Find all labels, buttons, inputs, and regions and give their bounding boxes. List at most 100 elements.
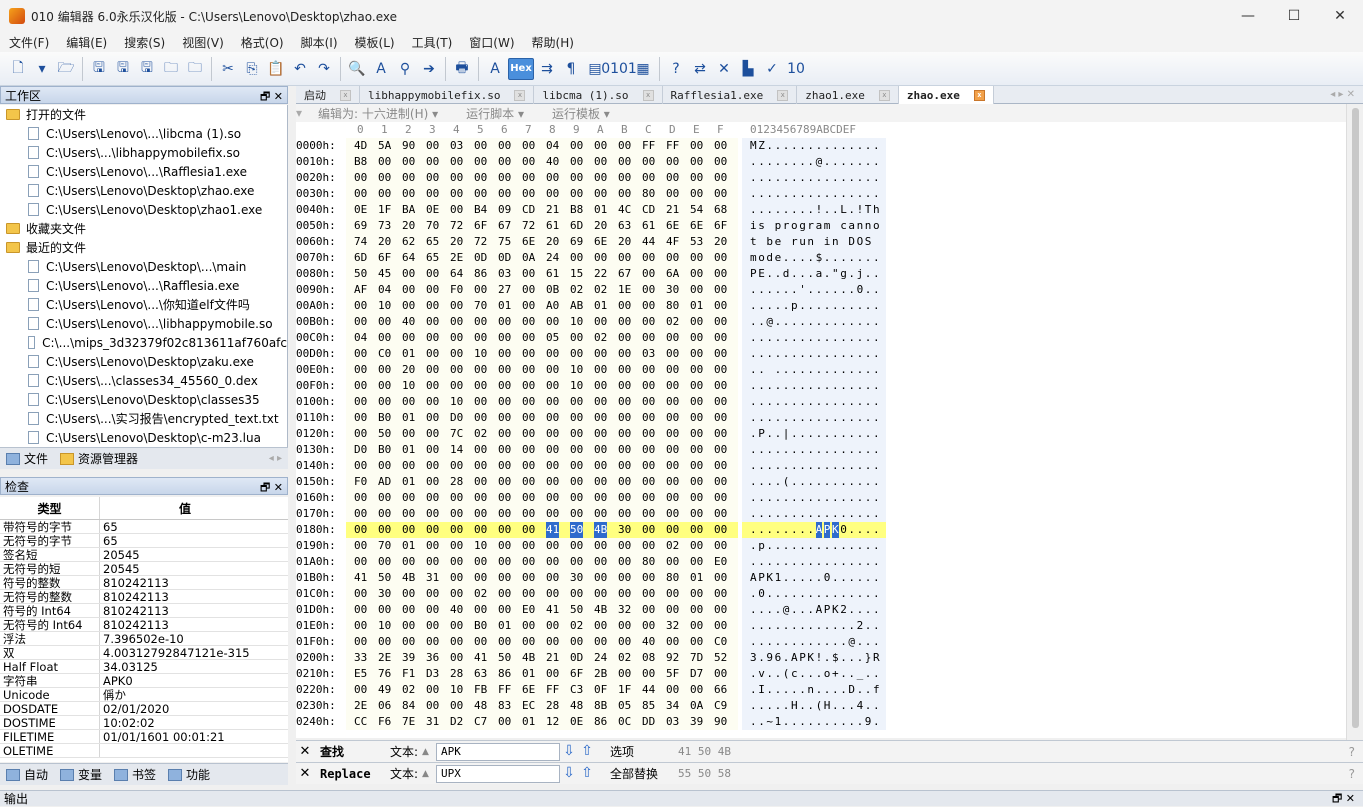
undo-icon[interactable]: 📋 [265,58,287,80]
hex-byte[interactable]: 00 [690,522,703,538]
ascii-char[interactable]: ! [816,650,823,666]
hex-byte[interactable]: 00 [354,458,367,474]
hex-byte[interactable]: 00 [402,602,415,618]
ascii-char[interactable]: . [783,554,790,570]
ascii-char[interactable]: . [857,314,864,330]
ascii-char[interactable]: . [873,170,880,186]
ascii-char[interactable]: b [766,234,773,250]
hex-byte[interactable]: 00 [498,474,511,490]
ascii-char[interactable]: . [840,618,847,634]
hex-byte[interactable]: 00 [642,282,655,298]
hex-row[interactable]: 00 50 00 00 7C 02 00 00 00 00 00 00 00 00 00 00 [346,426,738,442]
hex-byte[interactable]: 02 [402,682,415,698]
ascii-char[interactable]: . [857,154,864,170]
ascii-char[interactable]: ( [783,474,790,490]
ascii-char[interactable]: . [857,410,864,426]
hex-byte[interactable]: 41 [474,650,487,666]
hex-byte[interactable]: 00 [402,458,415,474]
ascii-char[interactable]: _ [857,666,864,682]
hex-byte[interactable]: 39 [402,650,415,666]
hex-byte[interactable]: 50 [570,602,583,618]
hex-byte[interactable]: 00 [426,378,439,394]
ascii-char[interactable]: . [807,314,814,330]
hex-byte[interactable]: 00 [618,394,631,410]
hex-byte[interactable]: 67 [498,218,511,234]
ascii-char[interactable] [758,234,765,250]
row-address[interactable]: 0080h: [296,266,346,282]
hex-byte[interactable]: 66 [714,682,727,698]
ascii-char[interactable]: . [840,634,847,650]
hex-byte[interactable]: 00 [426,698,439,714]
ascii-char[interactable]: . [824,170,831,186]
hex-byte[interactable]: 86 [474,266,487,282]
ascii-char[interactable]: . [848,298,855,314]
ascii-char[interactable]: 1 [775,714,782,730]
hex-byte[interactable]: 00 [690,442,703,458]
ascii-char[interactable]: . [775,362,782,378]
hex-byte[interactable]: 00 [618,538,631,554]
ascii-char[interactable]: . [775,602,782,618]
hex-byte[interactable]: 7E [402,714,415,730]
hex-byte[interactable]: 80 [642,554,655,570]
ascii-char[interactable]: . [848,186,855,202]
hex-byte[interactable]: 00 [426,554,439,570]
hex-byte[interactable]: 00 [714,426,727,442]
ascii-char[interactable]: . [832,170,839,186]
ascii-char[interactable]: . [791,682,798,698]
hex-byte[interactable]: 00 [378,170,391,186]
menu-window[interactable]: 窗口(W) [460,34,522,51]
hex-byte[interactable]: 80 [666,570,679,586]
ascii-char[interactable]: . [791,490,798,506]
ascii-char[interactable]: . [832,394,839,410]
hex-byte[interactable]: 00 [690,314,703,330]
hex-byte[interactable]: 20 [402,362,415,378]
hex-byte[interactable]: 00 [426,170,439,186]
hex-byte[interactable]: 2E [354,698,367,714]
ascii-char[interactable]: . [824,618,831,634]
ascii-char[interactable]: . [848,330,855,346]
ascii-char[interactable]: . [799,714,806,730]
hex-byte[interactable]: 0D [474,250,487,266]
hex-byte[interactable]: 00 [546,362,559,378]
hex-byte[interactable]: AF [354,282,367,298]
hex-byte[interactable]: 6A [666,266,679,282]
hex-byte[interactable]: 00 [666,458,679,474]
ascii-char[interactable]: . [807,202,814,218]
ascii-char[interactable]: . [807,266,814,282]
hex-byte[interactable]: 00 [666,522,679,538]
hex-byte[interactable]: 00 [642,394,655,410]
hex-byte[interactable]: 6E [522,682,535,698]
hex-byte[interactable]: 00 [714,570,727,586]
hex-byte[interactable]: 00 [594,378,607,394]
hex-byte[interactable]: 00 [498,570,511,586]
ascii-char[interactable]: . [750,682,757,698]
hex-byte[interactable]: 0B [546,282,559,298]
hex-byte[interactable]: 63 [474,666,487,682]
ascii-char[interactable]: . [824,378,831,394]
ascii-char[interactable]: . [807,410,814,426]
hex-byte[interactable]: E5 [354,666,367,682]
hex-byte[interactable]: 00 [402,282,415,298]
hex-row[interactable]: 33 2E 39 36 00 41 50 4B 21 0D 24 02 08 92 7D 52 [346,650,738,666]
ascii-char[interactable]: . [783,682,790,698]
inspector-value[interactable]: 65 [100,520,270,533]
ascii-char[interactable]: . [816,474,823,490]
hex-byte[interactable]: 00 [402,522,415,538]
ascii-char[interactable]: . [783,458,790,474]
row-address[interactable]: 01E0h: [296,618,346,634]
hex-row[interactable]: 00 00 00 00 00 00 00 00 00 00 00 00 00 00 00 00 [346,506,738,522]
hex-byte[interactable]: 21 [546,202,559,218]
ascii-char[interactable]: . [832,490,839,506]
ascii-char[interactable]: . [832,698,839,714]
hex-byte[interactable]: 00 [474,378,487,394]
hex-byte[interactable]: 00 [714,586,727,602]
hex-byte[interactable]: 00 [666,410,679,426]
hex-byte[interactable]: 00 [546,506,559,522]
ascii-char[interactable]: 2 [857,618,864,634]
hex-byte[interactable]: 00 [426,426,439,442]
ascii-row[interactable]: ................ [742,490,886,506]
ascii-char[interactable]: . [865,266,872,282]
ascii-char[interactable]: . [840,506,847,522]
ascii-char[interactable]: . [840,298,847,314]
ascii-row[interactable]: t be run in DOS [742,234,886,250]
